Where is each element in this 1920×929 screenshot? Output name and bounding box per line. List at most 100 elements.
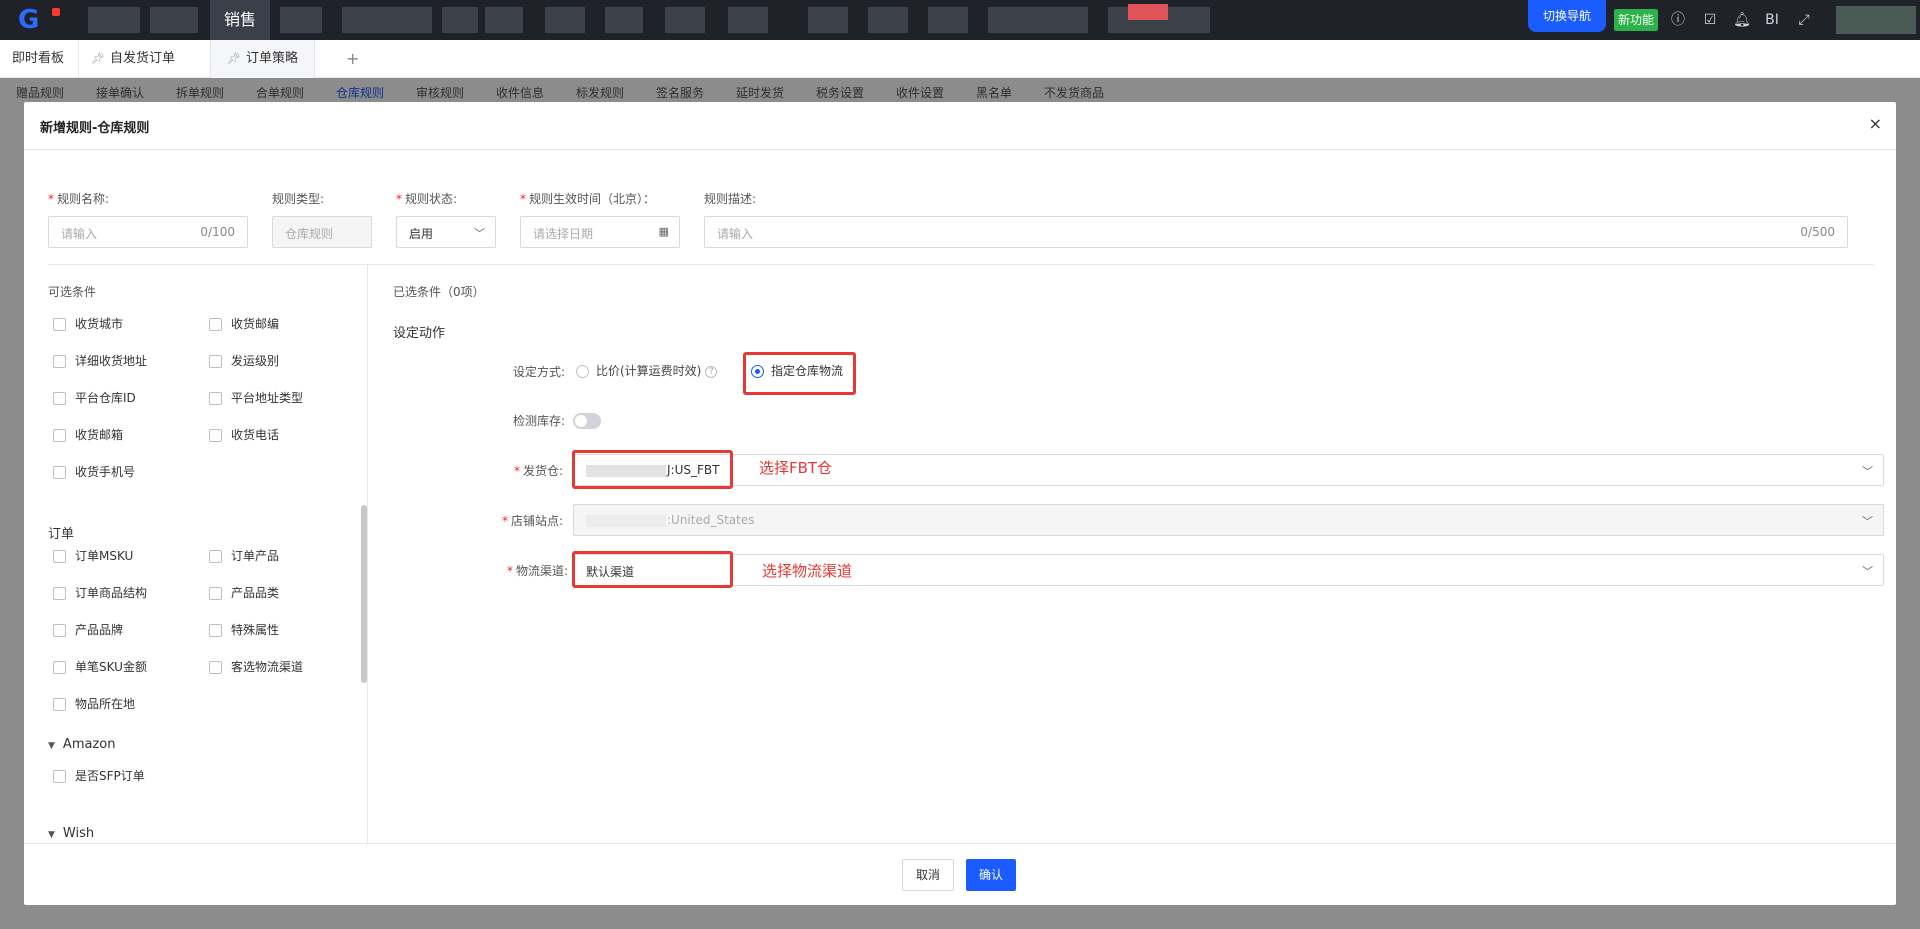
- chevron-down-icon: ﹀: [1862, 515, 1873, 528]
- nav-item-blurred[interactable]: [280, 7, 322, 33]
- condition-checkbox[interactable]: 详细收货地址: [53, 354, 147, 370]
- highlight-box: [743, 352, 856, 395]
- notification-badge: [1128, 4, 1168, 20]
- calendar-icon: ▦: [658, 225, 669, 238]
- highlight-box: [572, 450, 733, 489]
- nav-item-blurred[interactable]: [808, 7, 848, 33]
- page-tab-bar: 即时看板 📌︎ 自发货订单 📌︎ 订单策略 +: [0, 40, 1920, 78]
- chevron-down-icon: ﹀: [474, 227, 485, 240]
- rule-type-label: 规则类型:: [272, 192, 325, 206]
- new-feature-button[interactable]: 新功能: [1614, 9, 1658, 31]
- calendar-check-icon[interactable]: ☑: [1700, 10, 1720, 30]
- rule-status-label: * 规则状态:: [396, 192, 458, 206]
- action-section-title: 设定动作: [393, 326, 446, 341]
- condition-checkbox[interactable]: 平台仓库ID: [53, 391, 136, 407]
- condition-checkbox[interactable]: 收货邮箱: [53, 428, 123, 444]
- condition-checkbox[interactable]: 收货电话: [209, 428, 279, 444]
- nav-item-blurred[interactable]: [150, 7, 198, 33]
- dialog-header: 新增规则-仓库规则 ×: [24, 102, 1896, 150]
- description-label: 规则描述:: [704, 192, 757, 206]
- channel-label: * 物流渠道:: [507, 564, 569, 578]
- nav-item-sales[interactable]: 销售: [210, 0, 270, 40]
- bi-button[interactable]: BI: [1762, 10, 1782, 30]
- condition-checkbox[interactable]: 发运级别: [209, 354, 279, 370]
- nav-item-blurred[interactable]: [665, 7, 705, 33]
- condition-checkbox[interactable]: 订单MSKU: [53, 549, 133, 565]
- store-label: * 店铺站点:: [502, 514, 564, 528]
- bell-icon[interactable]: 🔔︎: [1732, 10, 1752, 30]
- rule-status-value: 启用: [409, 227, 434, 241]
- nav-item-blurred[interactable]: [485, 7, 523, 33]
- available-conditions-title: 可选条件: [48, 285, 97, 299]
- condition-checkbox[interactable]: 平台地址类型: [209, 391, 303, 407]
- pin-icon[interactable]: 📌︎: [91, 52, 105, 65]
- rule-type-input: 仓库规则: [272, 216, 372, 248]
- store-select: :United_States ﹀: [573, 504, 1884, 536]
- tab-label: 自发货订单: [109, 51, 175, 66]
- app-logo[interactable]: G: [18, 6, 64, 34]
- tab-label: 订单策略: [245, 51, 298, 66]
- condition-checkbox[interactable]: 收货城市: [53, 317, 123, 333]
- condition-checkbox[interactable]: 产品品类: [209, 586, 279, 602]
- close-icon[interactable]: ×: [1869, 114, 1882, 133]
- channel-annotation: 选择物流渠道: [762, 562, 853, 580]
- rule-name-input[interactable]: 请输入 0/100: [48, 216, 248, 248]
- confirm-button[interactable]: 确认: [966, 859, 1016, 891]
- scrollbar[interactable]: [361, 505, 367, 683]
- effective-time-label: * 规则生效时间（北京）：: [520, 192, 656, 206]
- available-conditions-panel: 可选条件 收货城市 收货邮编 详细收货地址 发运级别 平台仓库ID 平台地址类型…: [24, 265, 368, 843]
- condition-checkbox[interactable]: 是否SFP订单: [53, 769, 145, 785]
- fullscreen-icon[interactable]: ⤢: [1794, 10, 1814, 30]
- condition-checkbox[interactable]: 物品所在地: [53, 697, 135, 713]
- switch-navigation-button[interactable]: 切换导航: [1528, 0, 1606, 32]
- tab-self-shipped-orders[interactable]: 📌︎ 自发货订单: [78, 40, 175, 78]
- nav-item-blurred[interactable]: [928, 7, 968, 33]
- option-compare-radio[interactable]: 比价(计算运费时效)?: [576, 362, 718, 379]
- dialog-title: 新增规则-仓库规则: [40, 121, 150, 136]
- tab-dashboard[interactable]: 即时看板: [12, 40, 64, 78]
- nav-item-blurred[interactable]: [988, 7, 1088, 33]
- amazon-group-toggle[interactable]: ▼ Amazon: [48, 737, 115, 752]
- order-group-title: 订单: [48, 527, 75, 542]
- effective-time-picker[interactable]: 请选择日期 ▦: [520, 216, 680, 248]
- wish-group-toggle[interactable]: ▼ Wish: [48, 826, 94, 841]
- condition-checkbox[interactable]: 特殊属性: [209, 623, 279, 639]
- condition-checkbox[interactable]: 收货邮编: [209, 317, 279, 333]
- rule-type-value: 仓库规则: [285, 227, 334, 241]
- nav-item-blurred[interactable]: [545, 7, 585, 33]
- check-stock-toggle[interactable]: [573, 413, 601, 429]
- store-value: :United_States: [586, 513, 755, 527]
- nav-item-blurred[interactable]: [868, 7, 908, 33]
- cancel-button[interactable]: 取消: [902, 859, 954, 891]
- dialog-footer: 取消 确认: [24, 843, 1896, 905]
- condition-checkbox[interactable]: 订单产品: [209, 549, 279, 565]
- new-rule-dialog: 新增规则-仓库规则 × * 规则名称: 请输入 0/100 规则类型: 仓库规则 …: [24, 102, 1896, 905]
- nav-item-blurred[interactable]: [88, 7, 140, 33]
- warehouse-annotation: 选择FBT仓: [759, 459, 833, 477]
- chevron-down-icon: ﹀: [1862, 565, 1873, 578]
- condition-checkbox[interactable]: 客选物流渠道: [209, 660, 303, 676]
- tab-order-strategy[interactable]: 📌︎ 订单策略: [210, 40, 315, 78]
- user-avatar[interactable]: [1836, 6, 1916, 34]
- warehouse-label: * 发货仓:: [514, 464, 564, 478]
- help-circle-icon[interactable]: ⓘ: [1668, 10, 1688, 30]
- nav-item-blurred[interactable]: [728, 7, 768, 33]
- highlight-box: [572, 551, 733, 588]
- selected-conditions-title: 已选条件（0项）: [393, 285, 485, 299]
- caret-down-icon: ▼: [48, 741, 55, 751]
- top-navigation-bar: G 销售 切换导航 新功能 ⓘ ☑ 🔔︎ BI ⤢: [0, 0, 1920, 40]
- condition-checkbox[interactable]: 订单商品结构: [53, 586, 147, 602]
- nav-item-blurred[interactable]: [442, 7, 478, 33]
- condition-checkbox[interactable]: 产品品牌: [53, 623, 123, 639]
- rule-name-label: * 规则名称:: [48, 192, 110, 206]
- rule-status-select[interactable]: 启用 ﹀: [396, 216, 496, 248]
- pin-icon[interactable]: 📌︎: [227, 52, 241, 65]
- nav-item-blurred[interactable]: [605, 7, 643, 33]
- condition-checkbox[interactable]: 收货手机号: [53, 465, 135, 481]
- nav-item-blurred[interactable]: [342, 7, 432, 33]
- add-tab-button[interactable]: +: [346, 40, 359, 78]
- description-input[interactable]: 请输入 0/500: [704, 216, 1848, 248]
- tab-label: 即时看板: [12, 51, 65, 66]
- condition-checkbox[interactable]: 单笔SKU金额: [53, 660, 147, 676]
- placeholder: 请输入: [61, 227, 98, 241]
